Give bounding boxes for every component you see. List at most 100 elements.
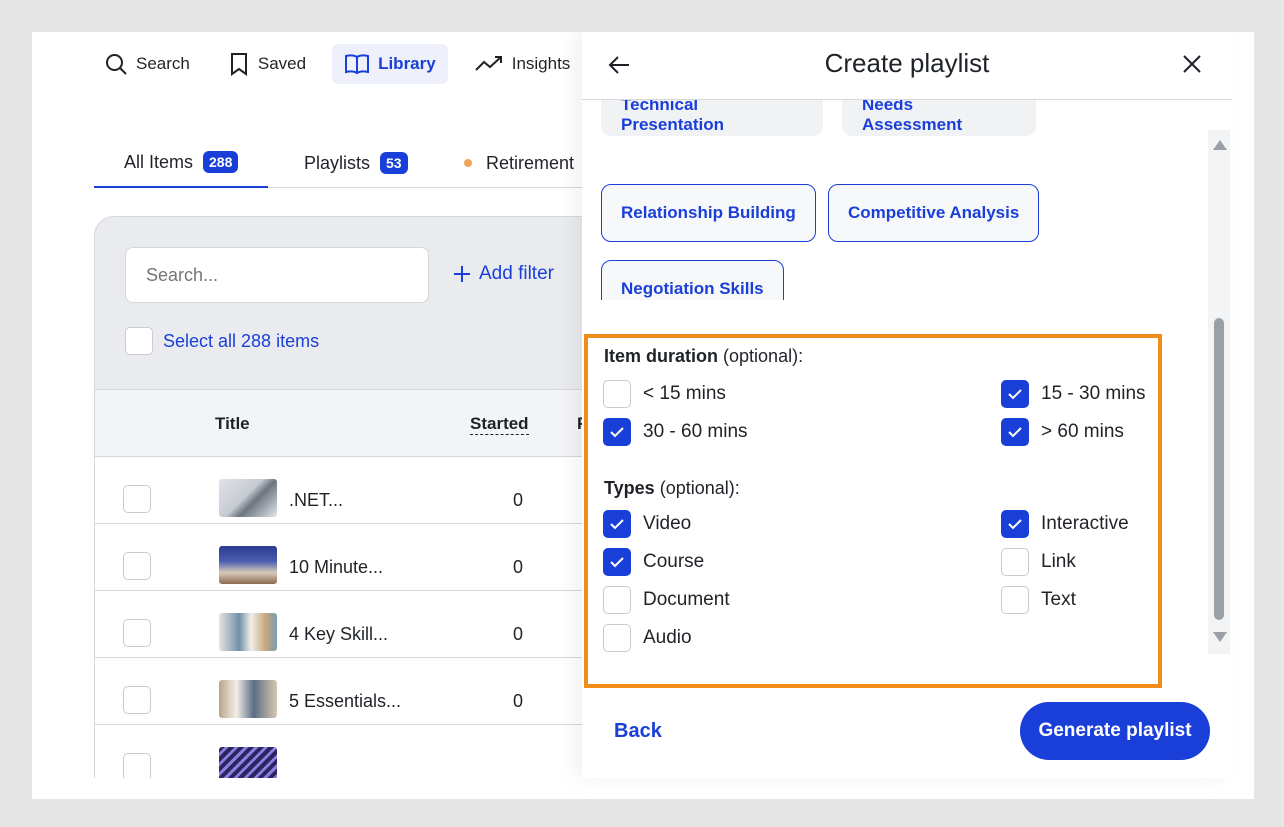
tab-all-items[interactable]: All Items 288 [94,138,269,188]
row-checkbox[interactable] [123,485,151,513]
back-button[interactable]: Back [614,720,662,743]
duration-heading: Item duration (optional): [604,346,803,367]
checkbox[interactable] [603,624,631,652]
nav-saved[interactable]: Saved [216,44,318,84]
library-view: Search Saved Library Insights All Items … [32,32,592,778]
types-label: Types [604,478,655,498]
option-label: 30 - 60 mins [643,421,748,442]
thumbnail-image [219,747,277,778]
row-title: 4 Key Skill... [289,624,389,644]
checkbox-checked[interactable] [603,510,631,538]
option-label: Course [643,551,705,572]
library-tabs: All Items 288 Playlists 53 Retirement [94,138,592,188]
table-row[interactable]: 4 Key Skill... 0 [95,591,592,658]
duration-label: Item duration [604,346,719,366]
type-option-document[interactable]: Document [603,586,730,614]
type-option-interactive[interactable]: Interactive [1001,510,1129,538]
checkbox-checked[interactable] [1001,418,1029,446]
select-all-checkbox[interactable] [125,327,153,355]
chip-needs-assessment[interactable]: Needs Assessment [842,100,1036,136]
add-filter-button[interactable]: Add filter [453,263,554,285]
nav-search[interactable]: Search [92,44,202,84]
duration-option-over-60[interactable]: > 60 mins [1001,418,1124,446]
tab-all-items-label: All Items [124,151,194,172]
top-navigation: Search Saved Library Insights [92,44,582,84]
checkbox-checked[interactable] [603,548,631,576]
table-row[interactable]: .NET... 0 [95,457,592,524]
nav-library-label: Library [378,54,436,73]
option-label: Text [1041,589,1076,610]
chip-relationship-building[interactable]: Relationship Building [601,184,816,242]
playlists-count-badge: 53 [380,152,408,174]
chip-competitive-analysis[interactable]: Competitive Analysis [828,184,1040,242]
select-all-label: Select all 288 items [163,330,320,351]
row-checkbox[interactable] [123,619,151,647]
nav-insights[interactable]: Insights [462,44,583,84]
checkbox-checked[interactable] [1001,510,1029,538]
row-checkbox[interactable] [123,686,151,714]
row-started: 0 [513,691,524,711]
drawer-header: Create playlist [582,32,1232,100]
chip-negotiation-skills[interactable]: Negotiation Skills [601,260,784,300]
close-icon[interactable] [1180,52,1204,76]
type-option-text[interactable]: Text [1001,586,1076,614]
nav-library[interactable]: Library [332,44,448,84]
option-label: Document [643,589,730,610]
thumbnail-image [219,479,277,517]
scrollbar-thumb[interactable] [1214,318,1224,620]
drawer-footer: Back Generate playlist [582,698,1232,778]
checkbox[interactable] [1001,586,1029,614]
checkbox[interactable] [1001,548,1029,576]
scroll-down-icon[interactable] [1213,632,1227,642]
option-label: Audio [643,627,692,648]
library-table: Title Started F .NET... 0 10 Minute... 0 [95,389,592,778]
check-icon [610,519,624,530]
checkbox[interactable] [603,380,631,408]
tab-playlists-label: Playlists [304,152,371,173]
column-started[interactable]: Started [470,414,529,435]
checkbox-checked[interactable] [603,418,631,446]
type-option-video[interactable]: Video [603,510,691,538]
type-option-audio[interactable]: Audio [603,624,692,652]
table-row[interactable] [95,725,592,778]
nav-insights-label: Insights [511,54,571,73]
scroll-up-icon[interactable] [1213,140,1227,150]
row-checkbox[interactable] [123,552,151,580]
tab-retirement-label: Retirement [486,152,575,173]
thumbnail-image [219,680,277,718]
app-frame: Search Saved Library Insights All Items … [32,32,1254,799]
row-checkbox[interactable] [123,753,151,778]
add-filter-label: Add filter [479,263,554,284]
tab-retirement[interactable]: Retirement [464,138,574,188]
type-option-course[interactable]: Course [603,548,704,576]
option-label: < 15 mins [643,383,726,404]
duration-option-30-60[interactable]: 30 - 60 mins [603,418,748,446]
select-all-control[interactable]: Select all 288 items [125,327,319,355]
option-label: Link [1041,551,1076,572]
table-row[interactable]: 5 Essentials... 0 [95,658,592,725]
status-dot-icon [464,159,472,167]
table-row[interactable]: 10 Minute... 0 [95,524,592,591]
tab-playlists[interactable]: Playlists 53 [304,138,408,188]
drawer-scrollbar[interactable] [1208,130,1230,654]
check-icon [1008,427,1022,438]
skill-chips: Technical Presentation Needs Assessment … [582,100,1202,300]
thumbnail-image [219,546,277,584]
create-playlist-drawer: Create playlist Technical Presentation N… [582,32,1232,778]
option-label: > 60 mins [1041,421,1124,442]
library-search-input[interactable] [125,247,429,303]
duration-option-15-30[interactable]: 15 - 30 mins [1001,380,1146,408]
generate-playlist-button[interactable]: Generate playlist [1020,702,1210,760]
check-icon [610,557,624,568]
checkbox-checked[interactable] [1001,380,1029,408]
check-icon [1008,389,1022,400]
chip-technical-presentation[interactable]: Technical Presentation [601,100,823,136]
option-label: 15 - 30 mins [1041,383,1146,404]
duration-option-under-15[interactable]: < 15 mins [603,380,726,408]
type-option-link[interactable]: Link [1001,548,1076,576]
bookmark-icon [230,53,247,76]
types-hint: (optional): [659,478,740,498]
option-label: Video [643,513,692,534]
checkbox[interactable] [603,586,631,614]
column-title[interactable]: Title [215,414,250,434]
